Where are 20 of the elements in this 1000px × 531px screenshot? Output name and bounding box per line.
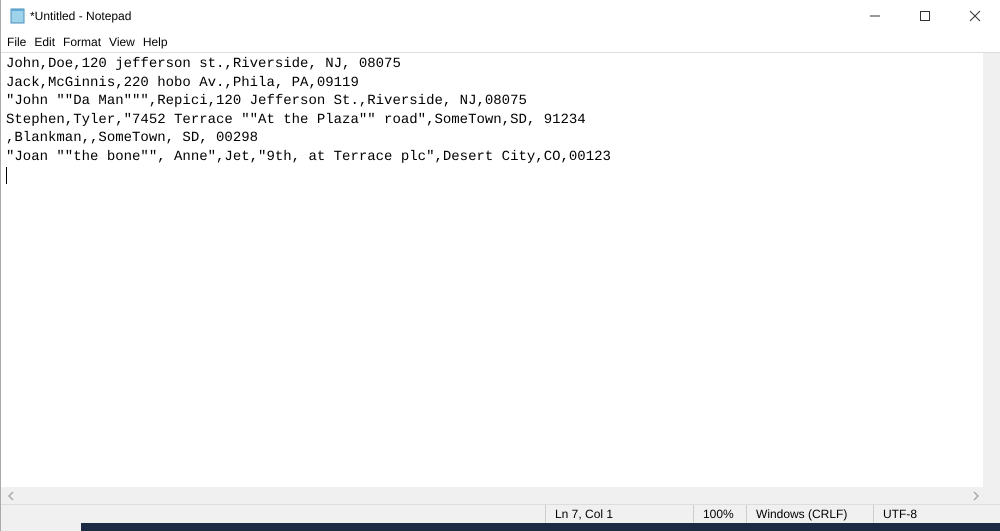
text-line: ,Blankman,,SomeTown, SD, 00298 <box>6 129 260 148</box>
scroll-right-icon[interactable] <box>972 490 980 500</box>
window-title: *Untitled - Notepad <box>30 9 132 23</box>
menu-item[interactable]: Edit <box>30 35 60 49</box>
notepad-icon <box>10 8 26 24</box>
close-icon <box>969 10 981 22</box>
menu-item[interactable]: Format <box>59 35 106 49</box>
text-line: "John ""Da Man""",Repici,120 Jefferson St.,Riverside, NJ,08075 <box>6 92 528 110</box>
scroll-left-icon[interactable] <box>7 490 15 500</box>
text-line: "Joan ""the bone"", Anne",Jet,"9th, at Terrace plc",Desert City,CO,00123 <box>6 148 612 166</box>
text-line: Jack,McGinnis,220 hobo Av.,Phila, PA,09119 <box>6 74 360 92</box>
maximize-icon <box>919 10 931 22</box>
text-line: John,Doe,120 jefferson st.,Riverside, NJ, 08075 <box>6 55 402 74</box>
text-cursor <box>6 167 7 184</box>
text-line: Stephen,Tyler,"7452 Terrace ""At the Plaza"" road",SomeTown,SD, 91234 <box>6 110 587 129</box>
vertical-scrollbar[interactable] <box>983 53 1000 487</box>
menu-item[interactable]: View <box>105 35 139 49</box>
menu-item[interactable]: Help <box>138 35 172 49</box>
menu-item[interactable]: File <box>3 35 30 49</box>
horizontal-scrollbar[interactable] <box>1 487 1000 505</box>
